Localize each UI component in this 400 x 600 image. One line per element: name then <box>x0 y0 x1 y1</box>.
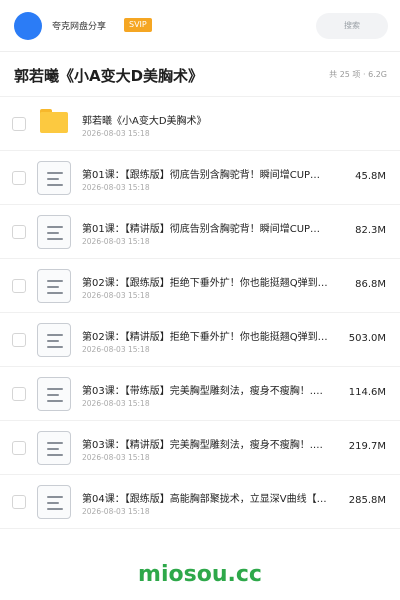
item-name: 第01课：【跟练版】彻底告别含胸驼背！瞬间增CUP… <box>82 170 321 181</box>
list-item[interactable]: 第01课：【跟练版】彻底告别含胸驼背！瞬间增CUP… 2026-08-03 15… <box>0 151 400 205</box>
folder-meta: 共 25 项 · 6.2G <box>329 70 387 79</box>
top-header: 夸克网盘分享 SVIP 搜索 <box>0 0 400 52</box>
document-icon <box>37 269 71 303</box>
checkbox[interactable] <box>12 333 26 347</box>
svip-badge: SVIP <box>124 18 152 32</box>
checkbox[interactable] <box>12 171 26 185</box>
item-date: 2026-08-03 15:18 <box>82 183 150 192</box>
list-item[interactable]: 第03课：【带练版】完美胸型雕刻法，瘦身不瘦胸！.… 2026-08-03 15… <box>0 367 400 421</box>
checkbox[interactable] <box>12 387 26 401</box>
item-size: 45.8M <box>355 171 386 182</box>
list-item[interactable]: 第02课：【跟练版】拒绝下垂外扩！你也能挺翘Q弹到… 2026-08-03 15… <box>0 259 400 313</box>
list-item[interactable]: 郭若曦《小A变大D美胸术》 2026-08-03 15:18 <box>0 97 400 151</box>
page-title: 郭若曦《小A变大D美胸术》 <box>14 67 204 85</box>
search-input[interactable]: 搜索 <box>316 13 388 39</box>
folder-icon <box>40 109 68 133</box>
file-list: 郭若曦《小A变大D美胸术》 2026-08-03 15:18 第01课：【跟练版… <box>0 97 400 529</box>
app-name: 夸克网盘分享 <box>52 22 107 32</box>
item-name: 郭若曦《小A变大D美胸术》 <box>82 116 207 127</box>
item-size: 219.7M <box>348 441 386 452</box>
item-size: 86.8M <box>355 279 386 290</box>
checkbox[interactable] <box>12 279 26 293</box>
item-size: 82.3M <box>355 225 386 236</box>
item-date: 2026-08-03 15:18 <box>82 237 150 246</box>
watermark: miosou.cc <box>138 562 262 587</box>
document-icon <box>37 485 71 519</box>
item-name: 第02课：【跟练版】拒绝下垂外扩！你也能挺翘Q弹到… <box>82 278 328 289</box>
item-size: 285.8M <box>348 495 386 506</box>
list-item[interactable]: 第03课：【精讲版】完美胸型雕刻法，瘦身不瘦胸！.… 2026-08-03 15… <box>0 421 400 475</box>
checkbox[interactable] <box>12 117 26 131</box>
item-date: 2026-08-03 15:18 <box>82 291 150 300</box>
avatar[interactable] <box>14 12 42 40</box>
item-date: 2026-08-03 15:18 <box>82 345 150 354</box>
list-item[interactable]: 第02课：【精讲版】拒绝下垂外扩！你也能挺翘Q弹到… 2026-08-03 15… <box>0 313 400 367</box>
item-name: 第02课：【精讲版】拒绝下垂外扩！你也能挺翘Q弹到… <box>82 332 328 343</box>
item-name: 第03课：【带练版】完美胸型雕刻法，瘦身不瘦胸！.… <box>82 386 323 397</box>
document-icon <box>37 323 71 357</box>
item-date: 2026-08-03 15:18 <box>82 453 150 462</box>
item-name: 第04课：【跟练版】高能胸部聚拢术，立显深V曲线【… <box>82 494 327 505</box>
item-name: 第03课：【精讲版】完美胸型雕刻法，瘦身不瘦胸！.… <box>82 440 323 451</box>
item-size: 503.0M <box>348 333 386 344</box>
item-date: 2026-08-03 15:18 <box>82 399 150 408</box>
document-icon <box>37 161 71 195</box>
list-item[interactable]: 第04课：【跟练版】高能胸部聚拢术，立显深V曲线【… 2026-08-03 15… <box>0 475 400 529</box>
folder-title-bar: 郭若曦《小A变大D美胸术》 共 25 项 · 6.2G <box>0 53 400 97</box>
document-icon <box>37 215 71 249</box>
checkbox[interactable] <box>12 225 26 239</box>
document-icon <box>37 377 71 411</box>
checkbox[interactable] <box>12 495 26 509</box>
document-icon <box>37 431 71 465</box>
item-size: 114.6M <box>348 387 386 398</box>
list-item[interactable]: 第01课：【精讲版】彻底告别含胸驼背！瞬间增CUP… 2026-08-03 15… <box>0 205 400 259</box>
checkbox[interactable] <box>12 441 26 455</box>
item-date: 2026-08-03 15:18 <box>82 129 150 138</box>
item-date: 2026-08-03 15:18 <box>82 507 150 516</box>
item-name: 第01课：【精讲版】彻底告别含胸驼背！瞬间增CUP… <box>82 224 321 235</box>
